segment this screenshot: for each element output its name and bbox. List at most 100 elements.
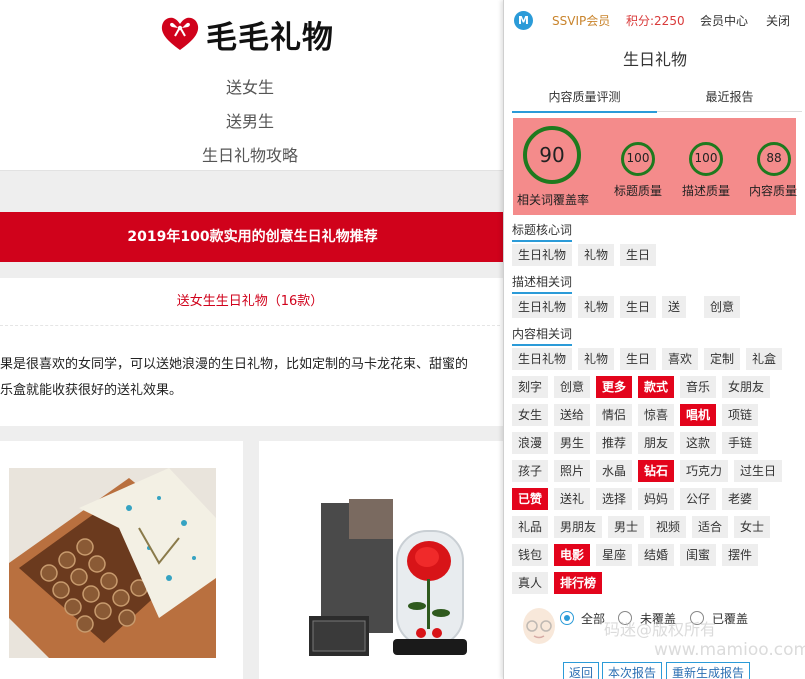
keyword-tag[interactable]: 推荐 xyxy=(596,432,633,454)
keyword-tag[interactable]: 选择 xyxy=(596,488,633,510)
keyword-tag[interactable]: 礼物 xyxy=(578,348,615,370)
keyword-tag[interactable]: 女朋友 xyxy=(722,376,771,398)
regenerate-report-button[interactable]: 重新生成报告 xyxy=(666,662,751,679)
keyword-tag[interactable]: 音乐 xyxy=(680,376,717,398)
host-page: 毛毛礼物 送女生 送男生 生日礼物攻略 2019年100款实用的创意生日礼物推荐… xyxy=(0,0,505,679)
keyword-tag[interactable]: 摆件 xyxy=(722,544,759,566)
keyword-tag[interactable]: 星座 xyxy=(596,544,633,566)
keyword-tag[interactable]: 款式 xyxy=(638,376,675,398)
keyword-tag[interactable]: 送 xyxy=(662,296,687,318)
keyword-tag[interactable]: 照片 xyxy=(554,460,591,482)
keyword-tag[interactable]: 创意 xyxy=(554,376,591,398)
keyword-tag[interactable]: 适合 xyxy=(692,516,729,538)
keyword-tag[interactable]: 喜欢 xyxy=(662,348,699,370)
content-score-label: 内容质量 xyxy=(749,184,798,198)
vip-badge[interactable]: SSVIP会员 xyxy=(552,12,610,29)
keyword-tag[interactable]: 创意 xyxy=(704,296,741,318)
desc-score-value: 100 xyxy=(694,151,718,165)
keyword-tag[interactable]: 女生 xyxy=(512,404,549,426)
title-score-value: 100 xyxy=(626,151,650,165)
keyword-tag[interactable]: 公仔 xyxy=(680,488,717,510)
tab-quality-eval[interactable]: 内容质量评测 xyxy=(512,88,657,113)
keyword-tag[interactable]: 男朋友 xyxy=(554,516,603,538)
keyword-tag[interactable]: 这款 xyxy=(680,432,717,454)
keyword-tag[interactable]: 项链 xyxy=(722,404,759,426)
panel-tabs: 内容质量评测 最近报告 xyxy=(512,84,802,113)
keyword-tag[interactable]: 生日礼物 xyxy=(512,244,573,266)
keyword-tag[interactable]: 生日 xyxy=(620,296,657,318)
keyword-tag[interactable]: 女士 xyxy=(734,516,771,538)
coverage-score-value: 90 xyxy=(539,143,565,167)
keyword-tag[interactable]: 男生 xyxy=(554,432,591,454)
filter-all-radio[interactable] xyxy=(560,611,574,625)
keyword-tag[interactable]: 定制 xyxy=(704,348,741,370)
watermark-text: 码迷@版权所有 xyxy=(604,620,717,639)
keyword-tag[interactable]: 送给 xyxy=(554,404,591,426)
product-card[interactable] xyxy=(0,441,243,679)
keyword-tag[interactable]: 男士 xyxy=(608,516,645,538)
content-score-value: 88 xyxy=(766,151,782,165)
keyword-tag[interactable]: 孩子 xyxy=(512,460,549,482)
keyword-tag[interactable]: 电影 xyxy=(554,544,591,566)
panel-title: 生日礼物 xyxy=(622,50,687,69)
keyword-tag[interactable]: 结婚 xyxy=(638,544,675,566)
nav-link-guide[interactable]: 生日礼物攻略 xyxy=(0,142,500,166)
keyword-tag[interactable]: 视频 xyxy=(650,516,687,538)
paragraph-line: 果是很喜欢的女同学，可以送她浪漫的生日礼物，比如定制的马卡龙花束、甜蜜的 xyxy=(0,357,469,372)
content-related-words-label: 内容相关词 xyxy=(512,325,573,346)
section-subtitle[interactable]: 送女生生日礼物（16款） xyxy=(0,278,500,326)
keyword-tag[interactable]: 生日 xyxy=(620,348,657,370)
keyword-tag[interactable]: 礼物 xyxy=(578,244,615,266)
keyword-tag[interactable]: 礼盒 xyxy=(746,348,783,370)
keyword-tag[interactable]: 情侣 xyxy=(596,404,633,426)
keyword-tag[interactable]: 钱包 xyxy=(512,544,549,566)
back-button[interactable]: 返回 xyxy=(563,662,600,679)
keyword-tag[interactable]: 手链 xyxy=(722,432,759,454)
tab-recent-report[interactable]: 最近报告 xyxy=(657,88,802,105)
keyword-tag[interactable]: 真人 xyxy=(512,572,549,594)
keyword-tag[interactable]: 礼物 xyxy=(578,296,615,318)
keyword-tag[interactable]: 妈妈 xyxy=(638,488,675,510)
nav-link-girls[interactable]: 送女生 xyxy=(0,74,500,98)
keyword-tag[interactable]: 排行榜 xyxy=(554,572,603,594)
keyword-tag[interactable]: 更多 xyxy=(596,376,633,398)
article-paragraph: 果是很喜欢的女同学，可以送她浪漫的生日礼物，比如定制的马卡龙花束、甜蜜的 乐盒就… xyxy=(0,352,505,404)
assistant-avatar xyxy=(520,604,558,652)
seo-side-panel: M SSVIP会员 积分:2250 会员中心 关闭 生日礼物 内容质量评测 最近… xyxy=(503,0,805,679)
keyword-tag[interactable]: 生日礼物 xyxy=(512,296,573,318)
close-button[interactable]: 关闭 xyxy=(766,12,790,29)
product-card[interactable] xyxy=(259,441,505,679)
keyword-tag[interactable]: 惊喜 xyxy=(638,404,675,426)
desc-score-label: 描述质量 xyxy=(681,184,730,198)
keyword-tag[interactable]: 浪漫 xyxy=(512,432,549,454)
chocolate-box-image xyxy=(9,468,216,658)
keyword-tag[interactable]: 巧克力 xyxy=(680,460,729,482)
coverage-score-ring: 90 xyxy=(523,126,581,184)
keyword-tag[interactable]: 过生日 xyxy=(734,460,783,482)
site-logo[interactable]: 毛毛礼物 xyxy=(160,12,334,56)
keyword-tag[interactable]: 朋友 xyxy=(638,432,675,454)
keyword-tag[interactable]: 老婆 xyxy=(722,488,759,510)
plugin-logo-icon: M xyxy=(514,11,533,30)
keyword-tag[interactable]: 唱机 xyxy=(680,404,717,426)
keyword-tag[interactable]: 钻石 xyxy=(638,460,675,482)
section-divider xyxy=(0,170,505,212)
keyword-tag[interactable]: 礼品 xyxy=(512,516,549,538)
nav-link-boys[interactable]: 送男生 xyxy=(0,108,500,132)
keyword-tag[interactable]: 刻字 xyxy=(512,376,549,398)
filter-covered-label[interactable]: 已覆盖 xyxy=(712,610,748,627)
member-center-link[interactable]: 会员中心 xyxy=(700,12,748,29)
section-divider xyxy=(0,262,505,278)
keyword-tag[interactable]: 生日礼物 xyxy=(512,348,573,370)
keyword-tag[interactable]: 生日 xyxy=(620,244,657,266)
keyword-tag[interactable]: 送礼 xyxy=(554,488,591,510)
keyword-tag[interactable]: 水晶 xyxy=(596,460,633,482)
site-logo-text: 毛毛礼物 xyxy=(206,19,334,56)
current-report-button[interactable]: 本次报告 xyxy=(602,662,663,679)
title-core-words-label: 标题核心词 xyxy=(512,221,573,242)
keyword-tag[interactable]: 已赞 xyxy=(512,488,549,510)
desc-score-ring: 100 xyxy=(689,142,723,176)
filter-all-label[interactable]: 全部 xyxy=(581,610,605,627)
paragraph-line: 乐盒就能收获很好的送礼效果。 xyxy=(0,383,183,398)
keyword-tag[interactable]: 闺蜜 xyxy=(680,544,717,566)
